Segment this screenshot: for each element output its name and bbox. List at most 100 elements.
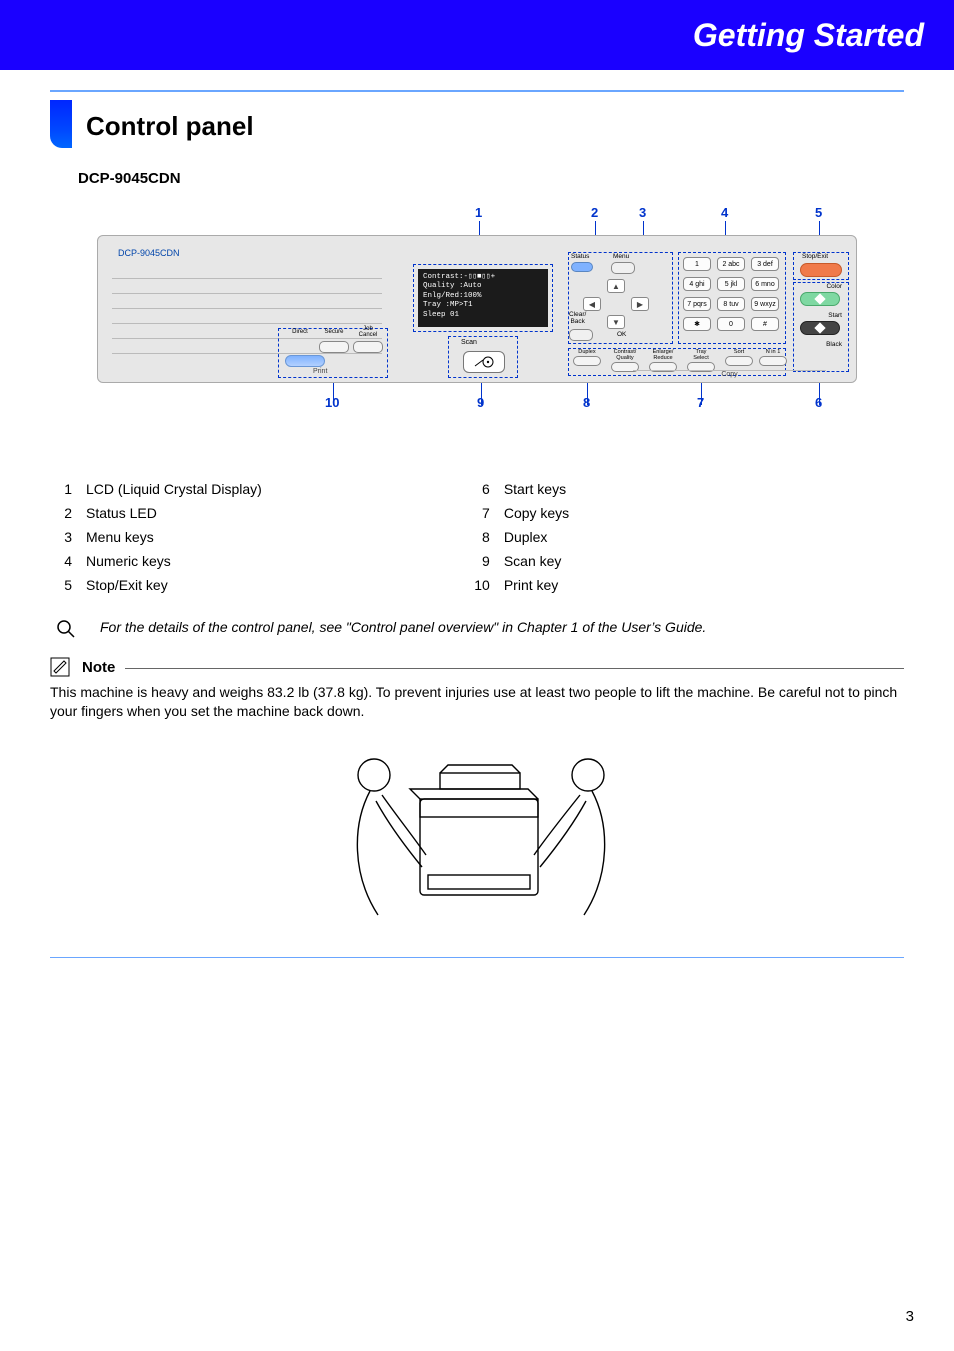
tray-select-label: Tray Select xyxy=(693,349,709,361)
scan-group: Scan xyxy=(448,336,518,378)
enlarge-col: Enlarge/ Reduce xyxy=(645,349,681,372)
start-color-button xyxy=(800,292,840,306)
legend-num: 6 xyxy=(472,481,490,497)
key-6: 6 mno xyxy=(751,277,779,291)
control-panel-figure: 1 2 3 4 5 DCP-9045CDN Contrast:-▯▯■▯▯+ Q… xyxy=(97,205,857,435)
enlarge-reduce-label: Enlarge/ Reduce xyxy=(653,349,674,361)
legend-text: Scan key xyxy=(504,553,562,569)
print-label: Print xyxy=(313,368,327,375)
legend-text: Start keys xyxy=(504,481,566,497)
menu-group: Status Menu ▲ ◀ ▶ ▼ Clear/ Back OK xyxy=(568,252,673,344)
start-group: Color Start Black xyxy=(793,282,849,372)
nin1-label: N in 1 xyxy=(766,349,781,355)
legend-text: LCD (Liquid Crystal Display) xyxy=(86,481,262,497)
duplex-label: Duplex xyxy=(578,349,595,355)
section-accent-icon xyxy=(50,100,72,148)
key-2: 2 abc xyxy=(717,257,745,271)
legend: 1LCD (Liquid Crystal Display) 2 Status LE… xyxy=(50,447,904,605)
clear-back-button xyxy=(569,329,593,341)
key-9: 9 wxyz xyxy=(751,297,779,311)
key-0: 0 xyxy=(717,317,745,331)
start-label: Start xyxy=(794,312,848,319)
legend-num: 10 xyxy=(472,577,490,593)
legend-text: Status LED xyxy=(86,505,157,521)
tray-col: Tray Select xyxy=(683,349,719,372)
info-row: For the details of the control panel, se… xyxy=(50,605,904,657)
direct-button xyxy=(285,355,325,367)
divider xyxy=(50,90,904,92)
page-number: 3 xyxy=(906,1308,914,1325)
key-8: 8 tuv xyxy=(717,297,745,311)
callout-3: 3 xyxy=(639,205,646,220)
lcd-line: Tray :MP>T1 xyxy=(423,301,543,310)
sort-col: Sort xyxy=(721,349,757,366)
scan-button xyxy=(463,351,505,373)
chapter-title: Getting Started xyxy=(693,17,924,54)
legend-item: 8 Duplex xyxy=(472,525,569,549)
callout-line xyxy=(587,383,588,405)
page-content: Control panel DCP-9045CDN 1 2 3 4 5 DCP-… xyxy=(0,70,954,958)
info-text: For the details of the control panel, se… xyxy=(100,619,706,635)
menu-button xyxy=(611,262,635,274)
color-label: Color xyxy=(794,283,848,290)
stop-exit-label: Stop/Exit xyxy=(802,253,828,260)
stop-exit-button xyxy=(800,263,842,277)
legend-num: 3 xyxy=(54,529,72,545)
legend-item: 5Stop/Exit key xyxy=(54,573,262,597)
section-header: Control panel xyxy=(50,100,904,148)
key-3: 3 def xyxy=(751,257,779,271)
duplex-col: Duplex xyxy=(569,349,605,366)
legend-item: 10 Print key xyxy=(472,573,569,597)
callout-line xyxy=(701,383,702,405)
panel-body: DCP-9045CDN Contrast:-▯▯■▯▯+ Quality :Au… xyxy=(97,235,857,383)
contrast-col: Contrast/ Quality xyxy=(607,349,643,372)
legend-item: 1LCD (Liquid Crystal Display) xyxy=(54,477,262,501)
legend-num: 4 xyxy=(54,553,72,569)
divider-thin xyxy=(50,957,904,958)
lcd-group: Contrast:-▯▯■▯▯+ Quality :Auto Enlg/Red:… xyxy=(413,264,553,332)
diamond-icon xyxy=(814,293,825,304)
arrow-right-button: ▶ xyxy=(631,297,649,311)
stop-exit-group: Stop/Exit xyxy=(793,252,849,280)
legend-num: 5 xyxy=(54,577,72,593)
note-rule xyxy=(125,668,904,669)
legend-num: 7 xyxy=(472,505,490,521)
arrow-down-button: ▼ xyxy=(607,315,625,329)
legend-num: 8 xyxy=(472,529,490,545)
status-led xyxy=(571,262,593,272)
scan-label: Scan xyxy=(461,339,477,346)
note-header: Note xyxy=(50,657,904,677)
scan-icon xyxy=(474,356,494,368)
legend-text: Print key xyxy=(504,577,558,593)
key-5: 5 jkl xyxy=(717,277,745,291)
lcd-line: Sleep 01 xyxy=(423,311,543,320)
nin1-col: N in 1 xyxy=(755,349,791,366)
legend-item: 2 Status LED xyxy=(54,501,262,525)
callout-1: 1 xyxy=(475,205,482,220)
legend-item: 6 Start keys xyxy=(472,477,569,501)
numeric-keypad: 1 2 abc 3 def 4 ghi 5 jkl 6 mno 7 pqrs 8… xyxy=(678,252,786,344)
note-body: This machine is heavy and weighs 83.2 lb… xyxy=(50,677,904,731)
legend-text: Duplex xyxy=(504,529,548,545)
key-1: 1 xyxy=(683,257,711,271)
legend-item: 9 Scan key xyxy=(472,549,569,573)
start-black-button xyxy=(800,321,840,335)
contrast-quality-label: Contrast/ Quality xyxy=(614,349,637,361)
legend-num: 9 xyxy=(472,553,490,569)
note-icon xyxy=(50,657,72,677)
legend-num: 2 xyxy=(54,505,72,521)
lcd-screen: Contrast:-▯▯■▯▯+ Quality :Auto Enlg/Red:… xyxy=(418,269,548,327)
panel-model-label: DCP-9045CDN xyxy=(118,248,180,258)
magnifier-icon xyxy=(56,619,76,639)
callout-2: 2 xyxy=(591,205,598,220)
duplex-button xyxy=(573,356,601,366)
lcd-line: Quality :Auto xyxy=(423,282,543,291)
menu-label: Menu xyxy=(613,253,629,260)
legend-text: Menu keys xyxy=(86,529,154,545)
arrow-up-button: ▲ xyxy=(607,279,625,293)
nin1-button xyxy=(759,356,787,366)
clear-back-label: Clear/ Back xyxy=(569,311,586,325)
diamond-icon xyxy=(814,322,825,333)
sort-label: Sort xyxy=(734,349,744,355)
arrow-left-button: ◀ xyxy=(583,297,601,311)
